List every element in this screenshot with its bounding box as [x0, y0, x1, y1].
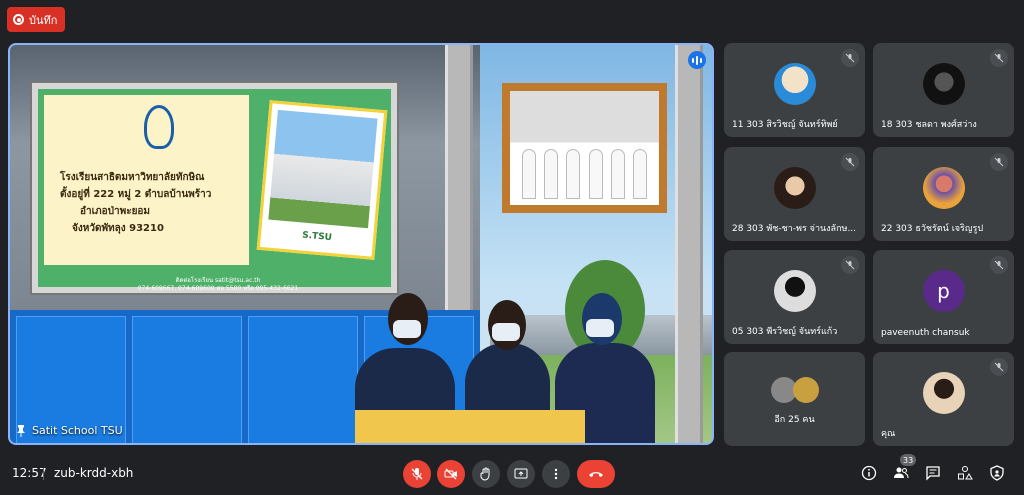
avatar: [773, 167, 816, 210]
board-school-photo: S.TSU: [256, 100, 388, 260]
camera-off-icon: [444, 468, 457, 480]
present-icon: [514, 468, 528, 479]
participant-name: 11 303 สิรวิชญ์ จันทร์ทิพย์: [732, 120, 838, 130]
participant-tile[interactable]: 18 303 ชลดา พงศ์สว่าง: [873, 43, 1014, 137]
meeting-details-button[interactable]: [860, 464, 878, 482]
others-tile[interactable]: อีก 25 คน: [724, 352, 865, 446]
participant-tile[interactable]: 22 303 ธวัชรัตน์ เจริญรูป: [873, 147, 1014, 241]
board-school-name: โรงเรียนสาธิตมหาวิทยาลัยทักษิณ: [60, 172, 205, 183]
group-avatars: [770, 376, 819, 403]
people-icon: [894, 467, 909, 479]
mic-off-icon: [841, 49, 859, 67]
mic-off-icon: [841, 153, 859, 171]
people-button[interactable]: [892, 464, 910, 482]
more-vert-icon: [554, 468, 558, 480]
mic-off-icon: [841, 256, 859, 274]
leave-call-button[interactable]: [577, 460, 615, 488]
main-video-tile[interactable]: โรงเรียนสาธิตมหาวิทยาลัยทักษิณ ตั้งอยู่ท…: [8, 43, 714, 445]
mic-off-icon: [990, 256, 1008, 274]
mic-off-icon: [990, 358, 1008, 376]
audio-level-icon: [688, 51, 706, 69]
hand-icon: [480, 467, 490, 481]
mic-off-icon: [411, 468, 423, 480]
board-address-1: ตั้งอยู่ที่ 222 หมู่ 2 ตำบลบ้านพร้าว: [60, 189, 212, 200]
people-count-badge: 33: [900, 454, 917, 466]
meeting-code[interactable]: zub-krdd-xbh: [54, 466, 133, 480]
lab-photo: [510, 91, 659, 205]
mic-toggle-button[interactable]: [403, 460, 431, 488]
avatar: p: [922, 270, 965, 313]
clock: 12:57: [12, 466, 47, 480]
face-mask: [492, 323, 520, 341]
participant-name: 18 303 ชลดา พงศ์สว่าง: [881, 120, 977, 130]
mic-off-icon: [990, 49, 1008, 67]
separator: [43, 468, 44, 480]
school-info-board: โรงเรียนสาธิตมหาวิทยาลัยทักษิณ ตั้งอยู่ท…: [32, 83, 397, 293]
mic-off-icon: [990, 153, 1008, 171]
info-icon: [861, 465, 877, 481]
face-mask: [393, 320, 421, 338]
desk: [355, 410, 585, 443]
board-address-3: จังหวัดพัทลุง 93210: [72, 223, 164, 234]
face-mask: [586, 319, 614, 337]
presenter-name: Satit School TSU: [32, 424, 123, 437]
participant-name: คุณ: [881, 429, 896, 439]
participant-name: 05 303 พีรวิชญ์ จันทร์แก้ว: [732, 327, 838, 337]
hang-up-icon: [589, 472, 603, 477]
self-tile[interactable]: คุณ: [873, 352, 1014, 446]
avatar: [922, 372, 965, 415]
participant-name: 22 303 ธวัชรัตน์ เจริญรูป: [881, 224, 984, 234]
pin-icon: [17, 424, 25, 437]
board-contact: ติดต่อโรงเรียน satit@tsu.ac.th 074-60966…: [68, 277, 368, 293]
studio-pillar-right: [675, 45, 703, 443]
avatar: [922, 167, 965, 210]
avatar: [792, 376, 819, 403]
others-count: อีก 25 คน: [774, 415, 815, 425]
avatar: [922, 63, 965, 106]
school-logo-icon: [144, 105, 174, 149]
bottom-bar: 12:57 zub-krdd-xbh: [0, 455, 1024, 495]
record-label: บันทึก: [29, 13, 58, 27]
more-options-button[interactable]: [542, 460, 570, 488]
board-photo-label: S.TSU: [301, 230, 333, 244]
presenter-label: Satit School TSU: [16, 424, 123, 437]
participant-tile[interactable]: 28 303 พัช-ชา-พร จ่านงลักษ...: [724, 147, 865, 241]
board-contact-1: ติดต่อโรงเรียน satit@tsu.ac.th: [175, 277, 261, 284]
participant-tile[interactable]: 11 303 สิรวิชญ์ จันทร์ทิพย์: [724, 43, 865, 137]
record-button[interactable]: บันทึก: [7, 7, 66, 32]
avatar: [773, 270, 816, 313]
picture-frame: [502, 83, 667, 213]
camera-toggle-button[interactable]: [437, 460, 465, 488]
avatar-letter: p: [937, 279, 950, 304]
board-text: โรงเรียนสาธิตมหาวิทยาลัยทักษิณ ตั้งอยู่ท…: [60, 169, 240, 237]
participant-name: paveenuth chansuk: [881, 328, 970, 338]
activities-icon: [958, 466, 973, 480]
board-address-2: อำเภอป่าพะยอม: [80, 206, 151, 217]
board-contact-2: 074-609667, 074-609600 ต่อ 5500 หรือ 095…: [137, 285, 299, 292]
activities-button[interactable]: [956, 464, 974, 482]
host-controls-button[interactable]: [988, 464, 1006, 482]
chat-icon: [926, 466, 940, 481]
participant-name: 28 303 พัช-ชา-พร จ่านงลักษ...: [732, 224, 857, 234]
record-icon: [13, 14, 24, 25]
participant-tile[interactable]: p paveenuth chansuk: [873, 250, 1014, 344]
raise-hand-button[interactable]: [472, 460, 500, 488]
school-building-image: [268, 109, 378, 229]
shield-icon: [990, 465, 1004, 481]
avatar: [773, 63, 816, 106]
participant-tile[interactable]: 05 303 พีรวิชญ์ จันทร์แก้ว: [724, 250, 865, 344]
chat-button[interactable]: [924, 464, 942, 482]
present-screen-button[interactable]: [507, 460, 535, 488]
